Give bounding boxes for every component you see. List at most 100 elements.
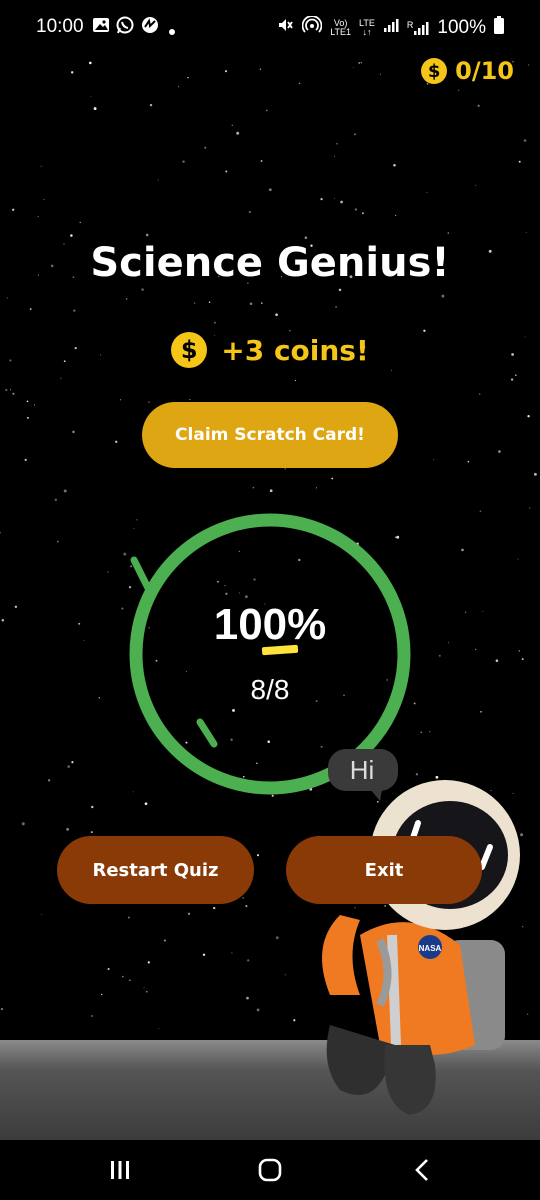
star <box>336 142 338 145</box>
star <box>514 374 517 377</box>
star <box>231 124 233 126</box>
result-title: Science Genius! <box>90 240 450 286</box>
star <box>268 188 272 192</box>
gallery-icon <box>92 16 110 40</box>
star <box>528 64 530 66</box>
star <box>33 404 36 406</box>
star <box>93 107 97 111</box>
star <box>43 198 45 201</box>
back-icon <box>415 1159 428 1181</box>
star <box>315 487 317 489</box>
star <box>107 571 109 573</box>
star <box>144 802 148 806</box>
star <box>189 399 191 401</box>
exit-button[interactable]: Exit <box>286 836 482 904</box>
coin-count: 0/10 <box>455 57 514 85</box>
recents-icon <box>111 1161 129 1179</box>
star <box>47 779 51 782</box>
star <box>157 179 159 181</box>
astronaut-arm <box>322 915 360 995</box>
star <box>5 388 8 392</box>
score-percent: 100% <box>213 600 327 649</box>
app-notification-icon <box>140 16 160 40</box>
star <box>187 77 189 79</box>
mute-icon <box>276 16 294 40</box>
star <box>260 302 263 304</box>
star <box>467 460 470 463</box>
star <box>354 208 357 211</box>
star <box>252 486 255 489</box>
claim-scratch-card-button[interactable]: Claim Scratch Card! <box>142 402 398 468</box>
star <box>107 967 110 971</box>
restart-quiz-button[interactable]: Restart Quiz <box>57 836 254 904</box>
star <box>304 236 308 240</box>
star <box>71 761 74 764</box>
back-button[interactable] <box>392 1140 452 1200</box>
star <box>10 389 12 391</box>
star <box>352 67 354 68</box>
speech-bubble: Hi <box>328 749 398 801</box>
home-button[interactable] <box>240 1140 300 1200</box>
volte-indicator: Vo) LTE1 <box>330 19 351 37</box>
star <box>518 650 521 652</box>
star <box>527 415 530 418</box>
star <box>294 379 296 382</box>
star <box>393 164 396 167</box>
star <box>66 828 69 831</box>
coin-counter: $ 0/10 <box>421 57 514 85</box>
star <box>441 294 445 298</box>
star <box>517 558 519 560</box>
star <box>360 62 362 64</box>
star <box>91 805 94 809</box>
star <box>475 648 477 650</box>
star <box>129 979 131 981</box>
star <box>125 298 128 300</box>
star <box>259 68 261 70</box>
star <box>461 548 464 552</box>
star <box>149 103 153 107</box>
star <box>127 916 130 919</box>
star <box>379 73 381 75</box>
astronaut-zipper <box>387 934 401 1046</box>
signal-strength-icon-2: R <box>407 20 430 36</box>
recents-button[interactable] <box>90 1140 150 1200</box>
system-nav-bar <box>0 1140 540 1200</box>
star <box>429 731 431 733</box>
star <box>83 639 85 641</box>
star <box>70 234 73 237</box>
dollar-coin-icon: $ <box>171 332 208 368</box>
star <box>225 170 228 173</box>
star <box>245 905 248 908</box>
star <box>334 197 335 199</box>
star <box>24 458 27 462</box>
star <box>12 208 15 211</box>
whatsapp-icon <box>116 16 134 40</box>
star <box>91 1015 93 1017</box>
star <box>495 659 499 662</box>
star <box>354 133 356 136</box>
star <box>331 477 334 480</box>
star <box>224 70 228 73</box>
lte-indicator: LTE ↓↑ <box>359 19 375 37</box>
astronaut-leg-right <box>384 1045 436 1115</box>
star <box>14 605 18 608</box>
star <box>529 507 531 509</box>
star <box>242 897 244 899</box>
star <box>477 104 480 107</box>
star <box>56 540 59 543</box>
star <box>163 939 166 942</box>
star <box>145 990 148 993</box>
battery-percent: 100% <box>437 17 486 38</box>
star <box>26 416 29 419</box>
star <box>523 139 527 142</box>
star <box>208 301 211 303</box>
star <box>390 369 392 371</box>
more-notifications-dot-icon <box>168 20 176 42</box>
star <box>204 146 207 149</box>
star <box>213 906 216 910</box>
lte1-label: LTE1 <box>330 27 352 37</box>
ring-tick-mark <box>130 556 152 592</box>
star <box>275 936 279 940</box>
star <box>236 131 240 135</box>
star <box>432 459 434 461</box>
